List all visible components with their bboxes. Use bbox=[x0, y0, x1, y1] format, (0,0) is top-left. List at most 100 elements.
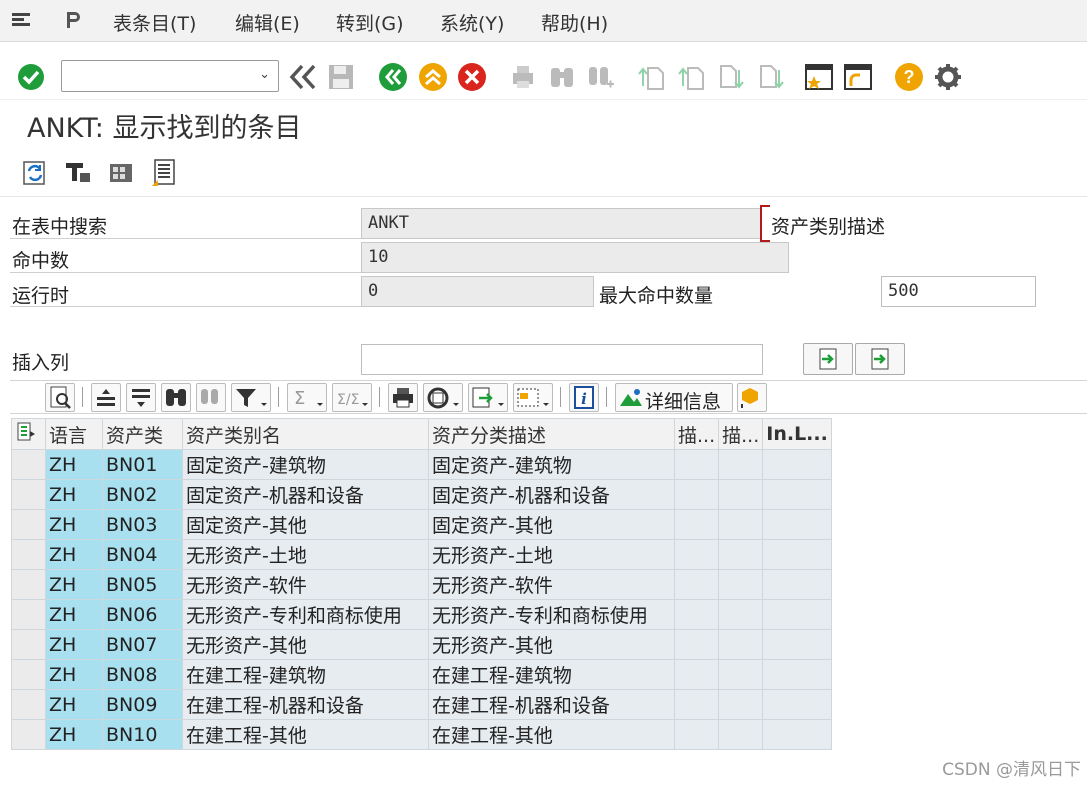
exit-icon[interactable] bbox=[418, 62, 448, 92]
menu-item-edit[interactable]: 编辑(E) bbox=[235, 9, 300, 36]
cell-language[interactable]: ZH bbox=[45, 479, 103, 510]
cell-empty[interactable] bbox=[718, 689, 764, 720]
cell-class-description[interactable]: 无形资产-软件 bbox=[428, 569, 675, 600]
cell-empty[interactable] bbox=[762, 629, 832, 660]
cell-class-description[interactable]: 无形资产-其他 bbox=[428, 629, 675, 660]
cancel-icon[interactable] bbox=[457, 62, 487, 92]
cell-empty[interactable] bbox=[718, 719, 764, 750]
cell-asset-class[interactable]: BN08 bbox=[102, 659, 183, 690]
cell-asset-class[interactable]: BN10 bbox=[102, 719, 183, 750]
find-icon[interactable] bbox=[547, 62, 577, 92]
table-row[interactable]: ZH BN01 固定资产-建筑物 固定资产-建筑物 bbox=[11, 449, 832, 480]
column-header-desc-1[interactable]: 描... bbox=[673, 418, 720, 450]
find-next-icon[interactable] bbox=[586, 62, 616, 92]
prev-page-icon[interactable] bbox=[676, 62, 706, 92]
cell-empty[interactable] bbox=[762, 479, 832, 510]
cell-language[interactable]: ZH bbox=[45, 509, 103, 540]
next-page-icon[interactable] bbox=[716, 62, 746, 92]
cell-language[interactable]: ZH bbox=[45, 719, 103, 750]
print-preview-button[interactable] bbox=[388, 383, 418, 412]
layout-button[interactable] bbox=[513, 383, 553, 412]
cell-empty[interactable] bbox=[673, 569, 720, 600]
cell-class-description[interactable]: 无形资产-专利和商标使用 bbox=[428, 599, 675, 630]
export-button[interactable] bbox=[468, 383, 508, 412]
menu-icon[interactable] bbox=[10, 10, 32, 30]
print-icon[interactable] bbox=[508, 62, 538, 92]
table-row[interactable]: ZH BN03 固定资产-其他 固定资产-其他 bbox=[11, 509, 832, 540]
subtotal-button[interactable]: Σ/Σ bbox=[332, 383, 372, 412]
cell-empty[interactable] bbox=[762, 509, 832, 540]
row-selector[interactable] bbox=[11, 719, 46, 750]
find-button[interactable] bbox=[161, 383, 191, 412]
back-icon[interactable] bbox=[288, 62, 318, 92]
cell-empty[interactable] bbox=[718, 509, 764, 540]
cell-asset-class[interactable]: BN07 bbox=[102, 629, 183, 660]
cell-asset-class[interactable]: BN05 bbox=[102, 569, 183, 600]
info-button[interactable]: i bbox=[569, 383, 599, 412]
cell-language[interactable]: ZH bbox=[45, 659, 103, 690]
column-header-class-name[interactable]: 资产类别名 bbox=[182, 418, 429, 450]
cell-class-name[interactable]: 无形资产-其他 bbox=[182, 629, 429, 660]
row-selector[interactable] bbox=[11, 689, 46, 720]
column-header-desc-2[interactable]: 描... bbox=[718, 418, 764, 450]
cell-asset-class[interactable]: BN09 bbox=[102, 689, 183, 720]
shortcut-icon[interactable] bbox=[843, 62, 873, 92]
column-header-class-description[interactable]: 资产分类描述 bbox=[428, 418, 675, 450]
cell-empty[interactable] bbox=[673, 719, 720, 750]
column-header-asset-class[interactable]: 资产类 bbox=[102, 418, 183, 450]
cell-class-name[interactable]: 无形资产-软件 bbox=[182, 569, 429, 600]
cell-language[interactable]: ZH bbox=[45, 539, 103, 570]
table-row[interactable]: ZH BN02 固定资产-机器和设备 固定资产-机器和设备 bbox=[11, 479, 832, 510]
table-row[interactable]: ZH BN04 无形资产-土地 无形资产-土地 bbox=[11, 539, 832, 570]
column-header-language[interactable]: 语言 bbox=[45, 418, 103, 450]
cell-empty[interactable] bbox=[718, 479, 764, 510]
menu-item-help[interactable]: 帮助(H) bbox=[541, 9, 608, 36]
row-selector[interactable] bbox=[11, 629, 46, 660]
settings-icon[interactable] bbox=[933, 62, 963, 92]
sort-ascending-button[interactable] bbox=[91, 383, 121, 412]
cell-empty[interactable] bbox=[762, 569, 832, 600]
graphic-button[interactable] bbox=[737, 383, 767, 412]
table-row[interactable]: ZH BN06 无形资产-专利和商标使用 无形资产-专利和商标使用 bbox=[11, 599, 832, 630]
cell-empty[interactable] bbox=[673, 539, 720, 570]
command-field[interactable]: ⌄ bbox=[61, 60, 279, 92]
insert-column-button[interactable] bbox=[803, 343, 853, 375]
enter-icon[interactable] bbox=[16, 62, 46, 92]
menu-item-table-entry[interactable]: 表条目(T) bbox=[113, 9, 196, 36]
views-button[interactable] bbox=[423, 383, 463, 412]
row-selector[interactable] bbox=[11, 479, 46, 510]
cell-empty[interactable] bbox=[762, 599, 832, 630]
cell-class-description[interactable]: 固定资产-机器和设备 bbox=[428, 479, 675, 510]
cell-class-name[interactable]: 在建工程-机器和设备 bbox=[182, 689, 429, 720]
cell-asset-class[interactable]: BN06 bbox=[102, 599, 183, 630]
details-button[interactable]: 详细信息 bbox=[615, 383, 733, 413]
table-row[interactable]: ZH BN10 在建工程-其他 在建工程-其他 bbox=[11, 719, 832, 750]
row-selector[interactable] bbox=[11, 509, 46, 540]
refresh-icon[interactable] bbox=[20, 156, 50, 188]
cell-class-description[interactable]: 固定资产-其他 bbox=[428, 509, 675, 540]
cell-class-description[interactable]: 在建工程-机器和设备 bbox=[428, 689, 675, 720]
sum-button[interactable]: Σ bbox=[287, 383, 327, 412]
first-page-icon[interactable] bbox=[636, 62, 666, 92]
cell-empty[interactable] bbox=[673, 629, 720, 660]
cell-language[interactable]: ZH bbox=[45, 689, 103, 720]
cell-empty[interactable] bbox=[762, 659, 832, 690]
cell-empty[interactable] bbox=[762, 719, 832, 750]
cell-empty[interactable] bbox=[673, 659, 720, 690]
select-all-cell[interactable] bbox=[11, 418, 46, 450]
row-selector[interactable] bbox=[11, 599, 46, 630]
row-selector[interactable] bbox=[11, 659, 46, 690]
row-selector[interactable] bbox=[11, 539, 46, 570]
cell-empty[interactable] bbox=[718, 539, 764, 570]
green-back-icon[interactable] bbox=[378, 62, 408, 92]
table-row[interactable]: ZH BN08 在建工程-建筑物 在建工程-建筑物 bbox=[11, 659, 832, 690]
sap-logo-icon[interactable] bbox=[64, 10, 86, 30]
table-row[interactable]: ZH BN09 在建工程-机器和设备 在建工程-机器和设备 bbox=[11, 689, 832, 720]
cell-class-name[interactable]: 在建工程-建筑物 bbox=[182, 659, 429, 690]
cell-class-description[interactable]: 无形资产-土地 bbox=[428, 539, 675, 570]
number-of-entries-icon[interactable] bbox=[106, 156, 136, 188]
cell-class-description[interactable]: 固定资产-建筑物 bbox=[428, 449, 675, 480]
max-hits-field[interactable]: 500 bbox=[881, 276, 1036, 307]
chevron-down-icon[interactable]: ⌄ bbox=[259, 67, 270, 82]
cell-empty[interactable] bbox=[718, 659, 764, 690]
